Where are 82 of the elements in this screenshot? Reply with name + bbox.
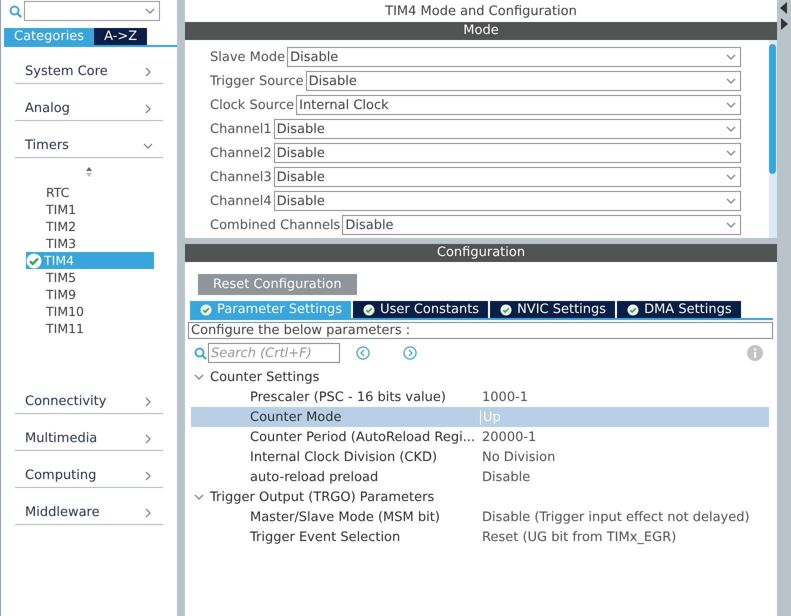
parameter-row[interactable]: Prescaler (PSC - 16 bits value) 1000-1 [191,387,769,407]
search-combo-field[interactable] [24,1,160,21]
caret-icon [726,52,736,62]
check-icon [26,252,42,268]
dropdown-field[interactable]: Disable [274,167,741,187]
dropdown-field[interactable]: Disable [342,215,741,235]
settings-tab[interactable]: User Constants [353,301,488,318]
category-header[interactable]: Analog [15,84,163,121]
parameter-row[interactable]: Counter Mode Up [191,407,769,427]
chevron-icon [143,66,153,76]
caret-icon [726,100,736,110]
category-header[interactable]: Timers [15,121,163,158]
search-icon [194,346,207,360]
peripheral-item[interactable]: TIM10 [26,303,154,320]
check-icon [500,304,512,316]
field-label: Trigger Source [210,74,305,88]
peripheral-item[interactable]: RTC [26,184,154,201]
peripheral-item[interactable]: TIM1 [26,201,154,218]
parameter-row[interactable]: Counter Period (AutoReload Regi... 20000-1 [191,427,769,447]
parameter-row[interactable]: Internal Clock Division (CKD) No Division [191,447,769,467]
caret-icon [726,124,736,134]
field-label: Slave Mode [210,50,286,64]
chevron-icon [143,396,153,406]
caret-icon [726,196,736,206]
group-label: Counter Settings [210,370,320,384]
field-label: Clock Source [210,98,296,112]
category-header[interactable]: Multimedia [15,414,163,451]
description-text: Configure the below parameters : [188,322,773,339]
field-label: Channel4 [210,194,273,208]
dropdown-field[interactable]: Disable [274,119,741,139]
category-tab[interactable]: A->Z [94,28,148,45]
chevron-icon [143,470,153,480]
sort-arrows-icon [84,166,94,178]
search-icon [9,4,22,18]
chevron-icon [143,434,153,444]
parameter-row[interactable]: Trigger Event Selection Reset (UG bit from TIMx_EGR) [191,527,769,547]
dropdown-field[interactable]: Disable [287,47,741,67]
section-header: Configuration [185,244,777,262]
dropdown-field[interactable]: Disable [274,143,741,163]
field-label: Channel1 [210,122,273,136]
expand-right-icon[interactable] [780,18,788,30]
parameter-row[interactable]: Master/Slave Mode (MSM bit) Disable (Trigger input effect not delayed) [191,507,769,527]
dropdown-field[interactable]: Internal Clock [296,95,741,115]
search-field[interactable]: Search (Crtl+F) [208,343,340,363]
collapse-left-icon[interactable] [780,2,788,14]
peripheral-item[interactable]: TIM11 [26,320,154,337]
caret-icon [726,220,736,230]
caret-icon [726,148,736,158]
check-icon [200,304,212,316]
category-header[interactable]: Connectivity [15,377,163,414]
settings-tab[interactable]: DMA Settings [617,301,741,318]
peripheral-item[interactable]: TIM3 [26,235,154,252]
category-header[interactable]: Middleware [15,488,163,525]
dropdown-field[interactable]: Disable [306,71,741,91]
parameter-row[interactable]: auto-reload preload Disable [191,467,769,487]
caret-icon [726,76,736,86]
category-header[interactable]: Computing [15,451,163,488]
field-label: Channel2 [210,146,273,160]
dropdown-field[interactable]: Disable [274,191,741,211]
group-label: Trigger Output (TRGO) Parameters [210,490,434,504]
category-header[interactable]: System Core [15,47,163,84]
field-label: Combined Channels [210,218,342,232]
peripheral-item[interactable]: TIM5 [26,269,154,286]
next-icon[interactable] [403,346,417,360]
caret-icon [145,6,155,16]
chevron-icon [143,508,153,518]
chevron-icon [143,104,153,114]
peripheral-item[interactable]: TIM9 [26,286,154,303]
chevron-icon[interactable] [194,372,204,382]
scrollbar-thumb[interactable] [769,44,776,174]
panel-title: TIM4 Mode and Configuration [384,3,578,21]
chevron-icon [143,140,153,150]
peripheral-item[interactable]: TIM2 [26,218,154,235]
check-icon [627,304,640,316]
check-icon [363,304,376,316]
caret-icon [726,172,736,182]
settings-tab[interactable]: NVIC Settings [490,301,616,318]
chevron-icon[interactable] [194,492,204,502]
previous-icon[interactable] [356,346,370,360]
field-label: Channel3 [210,170,273,184]
info-icon[interactable] [747,345,763,361]
section-header: Mode [185,22,777,40]
